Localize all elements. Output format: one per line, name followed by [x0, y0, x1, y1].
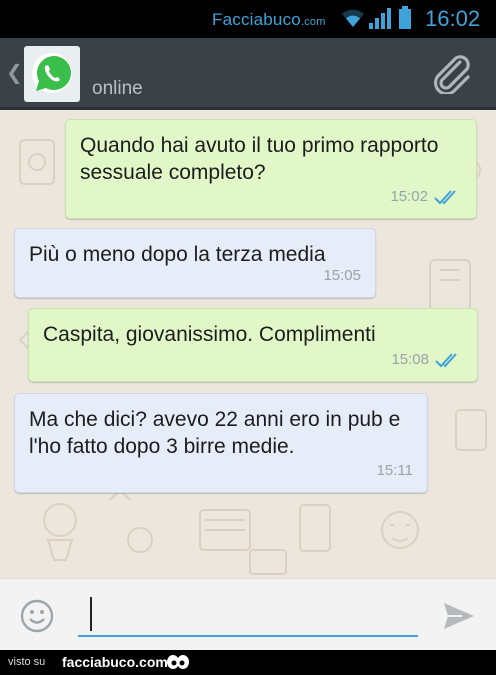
message-text: Più o meno dopo la terza media — [29, 243, 326, 266]
message-meta: 15:08 — [391, 346, 463, 373]
message-text: Ma che dici? avevo 22 anni ero in pub e … — [29, 408, 401, 458]
text-cursor — [90, 597, 92, 631]
message-input[interactable] — [94, 597, 414, 631]
message-bubble-incoming[interactable]: Ma che dici? avevo 22 anni ero in pub e … — [14, 393, 428, 493]
footer-site: facciabuco.com — [62, 654, 168, 670]
battery-icon — [399, 6, 411, 29]
contact-avatar[interactable] — [24, 46, 80, 102]
message-time: 15:11 — [376, 462, 413, 479]
chat-area[interactable]: Quando hai avuto il tuo primo rapporto s… — [0, 110, 496, 578]
brand-suffix: .com — [300, 16, 326, 28]
message-bubble-incoming[interactable]: Più o meno dopo la terza media 15:05 — [14, 228, 376, 298]
message-meta: 15:05 — [323, 262, 361, 289]
message-bubble-outgoing[interactable]: Quando hai avuto il tuo primo rapporto s… — [65, 119, 477, 219]
message-meta: 15:11 — [377, 457, 413, 484]
message-text: Caspita, giovanissimo. Complimenti — [43, 323, 376, 346]
paperclip-icon[interactable] — [430, 54, 474, 94]
read-double-check-icon — [434, 189, 456, 204]
footer-visto: visto su — [8, 656, 46, 668]
send-icon[interactable] — [442, 601, 476, 631]
wifi-icon — [342, 9, 364, 27]
contact-status: online — [92, 78, 143, 99]
brand-main: Facciabuco — [212, 10, 301, 29]
signal-icon — [369, 8, 391, 29]
eyes-icon — [167, 655, 189, 669]
message-text: Quando hai avuto il tuo primo rapporto s… — [80, 134, 439, 184]
message-bubble-outgoing[interactable]: Caspita, giovanissimo. Complimenti 15:08 — [28, 308, 478, 382]
chat-header: ❮ online — [0, 38, 496, 110]
status-time: 16:02 — [425, 6, 481, 31]
watermark-footer: visto su facciabuco.com — [0, 650, 496, 675]
message-time: 15:08 — [391, 351, 429, 368]
whatsapp-logo-icon — [32, 53, 72, 93]
status-brand: Facciabuco.com — [212, 10, 326, 30]
message-meta: 15:02 — [390, 183, 462, 210]
message-input-field[interactable] — [78, 593, 418, 637]
status-bar: Facciabuco.com 16:02 — [0, 0, 496, 38]
chevron-left-icon[interactable]: ❮ — [6, 60, 23, 85]
message-time: 15:05 — [323, 267, 361, 284]
message-input-bar — [0, 578, 496, 650]
emoji-smiley-icon[interactable] — [20, 599, 54, 633]
read-double-check-icon — [435, 352, 457, 367]
message-time: 15:02 — [390, 188, 428, 205]
